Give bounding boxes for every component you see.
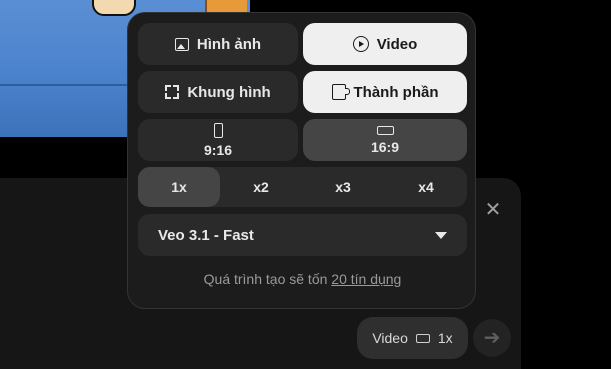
tab-video-label: Video: [376, 35, 418, 53]
chip-mode-label: Video: [372, 330, 408, 346]
multiplier-option-1x[interactable]: 1x: [138, 167, 220, 207]
settings-chip[interactable]: Video 1x: [357, 317, 468, 359]
close-icon[interactable]: ✕: [482, 199, 504, 221]
aspect-portrait-label: 9:16: [203, 141, 233, 158]
credit-cost-note: Quá trình tạo sẽ tốn 20 tín dụng: [128, 271, 477, 287]
landscape-icon: [376, 125, 394, 135]
multiplier-option-x2[interactable]: x2: [220, 167, 302, 207]
mode-ingredients[interactable]: Thành phần: [303, 71, 467, 113]
model-select[interactable]: Veo 3.1 - Fast: [138, 214, 467, 256]
frame-corners-icon: [165, 85, 180, 99]
credit-cost-prefix: Quá trình tạo sẽ tốn: [203, 271, 328, 287]
aspect-landscape[interactable]: 16:9: [303, 119, 467, 161]
arrow-right-icon: ➔: [483, 327, 501, 349]
chip-count-label: 1x: [437, 330, 453, 346]
image-character-detail: [92, 0, 136, 16]
tab-image[interactable]: Hình ảnh: [138, 23, 298, 65]
aspect-portrait[interactable]: 9:16: [138, 119, 298, 161]
send-button[interactable]: ➔: [473, 319, 511, 357]
model-label: Veo 3.1 - Fast: [158, 226, 254, 244]
mode-frame[interactable]: Khung hình: [138, 71, 298, 113]
tab-image-label: Hình ảnh: [196, 35, 262, 53]
aspect-landscape-label: 16:9: [370, 138, 400, 155]
portrait-icon: [213, 122, 223, 138]
multiplier-group: 1x x2 x3 x4: [138, 167, 467, 207]
mode-frame-label: Khung hình: [187, 83, 271, 101]
chevron-down-icon: [435, 231, 447, 239]
multiplier-option-x3[interactable]: x3: [302, 167, 384, 207]
credit-cost-link[interactable]: 20 tín dụng: [331, 271, 401, 287]
image-icon: [174, 37, 189, 51]
landscape-icon: [415, 333, 430, 343]
tab-video[interactable]: Video: [303, 23, 467, 65]
mode-ingredients-label: Thành phần: [353, 83, 439, 101]
puzzle-piece-icon: [331, 84, 350, 100]
play-circle-icon: [352, 36, 369, 52]
settings-popup: Hình ảnh Video Khung hình Thành phần 9:1…: [127, 12, 476, 309]
multiplier-option-x4[interactable]: x4: [385, 167, 467, 207]
